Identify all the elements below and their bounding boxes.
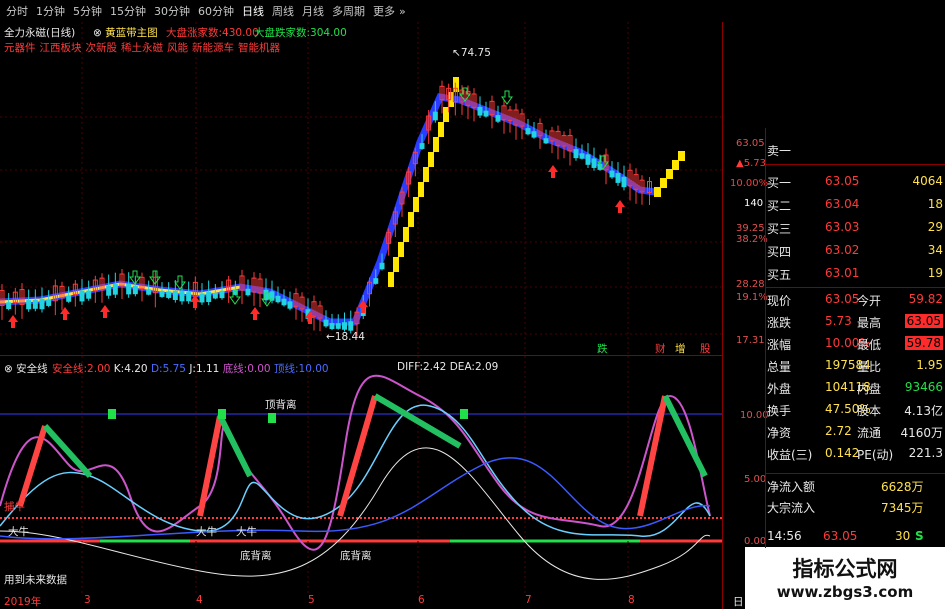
indicator-scale-label: 5.00 — [744, 474, 767, 485]
site-watermark: 指标公式网 www.zbgs3.com — [745, 547, 945, 609]
period-tab[interactable]: 多周期 — [330, 2, 367, 20]
catch-bull-marker: 捕牛 — [4, 501, 25, 513]
price-scale-label: 39.25 — [736, 223, 765, 234]
candlestick-chart[interactable] — [0, 22, 722, 355]
high-price-label: ↖74.75 — [452, 47, 491, 59]
signal-arrows — [8, 87, 625, 328]
buy-level-row: 买四 63.02 34 — [767, 243, 943, 259]
big-bull-label: 大牛 — [8, 526, 29, 538]
date-axis: 2019年 3 4 5 6 7 8 日 — [0, 593, 744, 609]
big-bull-label: 大牛 — [236, 526, 257, 538]
xaxis-label: 7 — [525, 594, 532, 606]
quote-row: 现价 63.05 今开 59.82 — [767, 292, 943, 308]
period-tab[interactable]: 30分钟 — [152, 2, 192, 20]
quote-row: 外盘 104118 内盘 93466 — [767, 380, 943, 396]
price-scale-label: 10.00% — [730, 178, 769, 189]
price-scale-label: 19.1% — [736, 292, 768, 303]
period-tab[interactable]: 60分钟 — [196, 2, 236, 20]
price-scale-label: 17.31 — [736, 335, 765, 346]
signal-stock: 股 — [700, 343, 711, 355]
period-tab[interactable]: 更多 — [371, 2, 397, 20]
buy-level-row: 买二 63.04 18 — [767, 197, 943, 213]
xaxis-label: 4 — [196, 594, 203, 606]
bottom-divergence-label: 底背离 — [340, 550, 372, 562]
top-divergence-label: 顶背离 — [265, 399, 297, 411]
xaxis-label: 3 — [84, 594, 91, 606]
price-scale-label: 38.2% — [736, 234, 768, 245]
panel-divider — [765, 473, 945, 474]
period-tab[interactable]: 1分钟 — [34, 2, 67, 20]
future-data-warning: 用到未来数据 — [4, 574, 67, 586]
period-tab[interactable]: 月线 — [300, 2, 326, 20]
period-tab[interactable]: 5分钟 — [71, 2, 104, 20]
xaxis-label: 5 — [308, 594, 315, 606]
price-scale-label: 140 — [744, 198, 764, 209]
buy-level-row: 买一 63.05 4064 — [767, 174, 943, 190]
xaxis-label: 2019年 — [4, 596, 42, 608]
quote-row: 涨跌 5.73 最高 63.05 — [767, 314, 943, 330]
panel-divider — [765, 287, 945, 288]
quote-row: 收益(三) 0.142 PE(动) 221.3 — [767, 446, 943, 462]
candles — [0, 80, 652, 337]
period-tab[interactable]: 日线 — [240, 2, 266, 20]
yellow-blue-band — [0, 93, 656, 326]
order-book: 买一 63.05 4064 买二 63.04 18 买三 63.03 29 买四 63.02 34 买五… — [765, 172, 945, 287]
panel-divider — [765, 164, 945, 165]
more-chevron-icon[interactable]: » — [399, 5, 406, 18]
quote-row: 换手 47.50% 股本 4.13亿 — [767, 402, 943, 418]
price-scale-label: ▲5.73 — [736, 158, 766, 169]
panel-divider — [0, 355, 722, 356]
quote-row: 净资 2.72 流通 4160万 — [767, 424, 943, 440]
panel-divider — [765, 128, 766, 548]
signal-increase: 增 — [675, 343, 686, 355]
price-scale-label: 63.05 — [736, 138, 765, 149]
xaxis-period-label: 日 — [733, 596, 744, 608]
buy-level-row: 买五 63.01 19 — [767, 266, 943, 282]
quote-row: 总量 197584 量比 1.95 — [767, 358, 943, 374]
price-scale: 63.05 ▲5.73 10.00% 140 39.25 38.2% 28.28… — [722, 22, 769, 355]
bottom-divergence-label: 底背离 — [240, 550, 272, 562]
low-price-label: ←18.44 — [326, 331, 365, 343]
signal-finance: 财 — [655, 343, 666, 355]
period-tab[interactable]: 周线 — [270, 2, 296, 20]
sell-one-row: 卖一 — [767, 144, 792, 158]
tick-row: 14:56 63.05 30 S — [767, 529, 924, 543]
quote-row: 涨幅 10.00% 最低 59.78 — [767, 336, 943, 352]
capital-flow: 净流入额 6628万 大宗流入 7345万 — [767, 480, 924, 515]
period-tab[interactable]: 分时 — [4, 2, 30, 20]
panel-divider — [722, 22, 723, 609]
xaxis-label: 6 — [418, 594, 425, 606]
period-toolbar: 分时 1分钟 5分钟 15分钟 30分钟 60分钟 日线 周线 月线 多周期 更多» — [0, 0, 945, 22]
price-scale-label: 28.28 — [736, 279, 765, 290]
quote-panel: 现价 63.05 今开 59.82 涨跌 5.73 最高 63.05 涨幅 10.00% 最低 59.… — [765, 290, 945, 470]
big-bull-label: 大牛 — [196, 526, 217, 538]
xaxis-label: 8 — [628, 594, 635, 606]
buy-level-row: 买三 63.03 29 — [767, 220, 943, 236]
period-tab[interactable]: 15分钟 — [108, 2, 148, 20]
signal-fall: 跌 — [597, 343, 608, 355]
